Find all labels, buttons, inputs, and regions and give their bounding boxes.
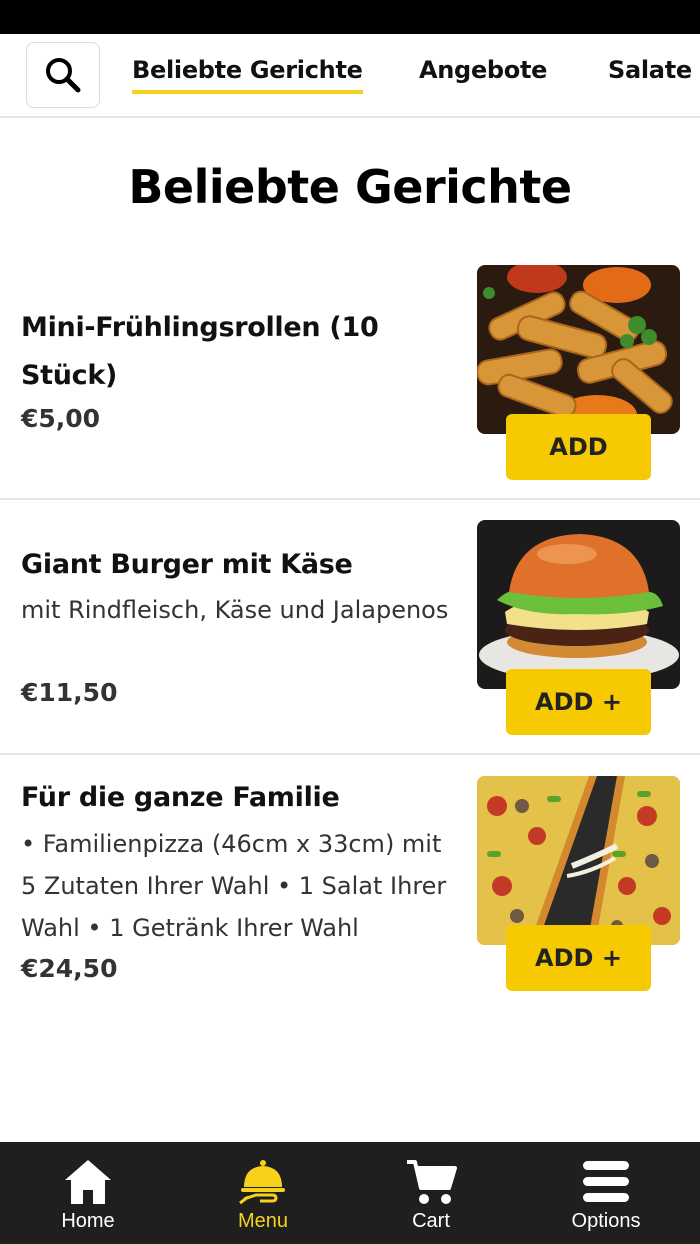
tab-salate[interactable]: Salate (608, 56, 692, 84)
item-price: €11,50 (21, 678, 118, 707)
add-button[interactable]: ADD + (506, 925, 651, 991)
spring-rolls-image[interactable] (477, 265, 680, 434)
item-name: Mini-Frühlingsrollen (10 Stück) (21, 312, 379, 391)
nav-options-label: Options (571, 1210, 641, 1232)
add-button[interactable]: ADD (506, 414, 651, 480)
item-name: Für die ganze Familie (21, 782, 340, 813)
item-description: mit Rindfleisch, Käse und Jalapenos (21, 596, 449, 624)
pizza-image[interactable] (477, 776, 680, 945)
tab-angebote[interactable]: Angebote (419, 56, 547, 84)
section-title: Beliebte Gerichte (128, 160, 572, 214)
divider (0, 753, 700, 755)
nav-home-label: Home (61, 1210, 115, 1232)
nav-menu-label: Menu (237, 1210, 289, 1232)
tab-beliebte-gerichte[interactable]: Beliebte Gerichte (132, 56, 363, 94)
nav-cart-label: Cart (412, 1210, 450, 1232)
nav-options[interactable]: Options (546, 1142, 666, 1244)
nav-menu[interactable]: Menu (203, 1142, 323, 1244)
search-icon (46, 58, 81, 93)
bottom-nav: Home Menu Cart Options (0, 1142, 700, 1244)
cart-icon (407, 1160, 457, 1204)
item-price: €5,00 (21, 404, 101, 433)
nav-cart[interactable]: Cart (371, 1142, 491, 1244)
item-price: €24,50 (21, 954, 118, 983)
add-button[interactable]: ADD + (506, 669, 651, 735)
item-description: • Familienpizza (46cm x 33cm) mit 5 Zuta… (21, 830, 447, 942)
menu-icon (583, 1161, 629, 1202)
burger-image[interactable] (477, 520, 680, 689)
home-icon (65, 1160, 111, 1204)
nav-home[interactable]: Home (28, 1142, 148, 1244)
cloche-icon (239, 1160, 285, 1205)
category-nav: Beliebte Gerichte Angebote Salate (0, 34, 700, 118)
item-name: Giant Burger mit Käse (21, 549, 353, 580)
status-bar (0, 0, 700, 34)
search-button[interactable] (26, 42, 100, 108)
divider (0, 498, 700, 500)
